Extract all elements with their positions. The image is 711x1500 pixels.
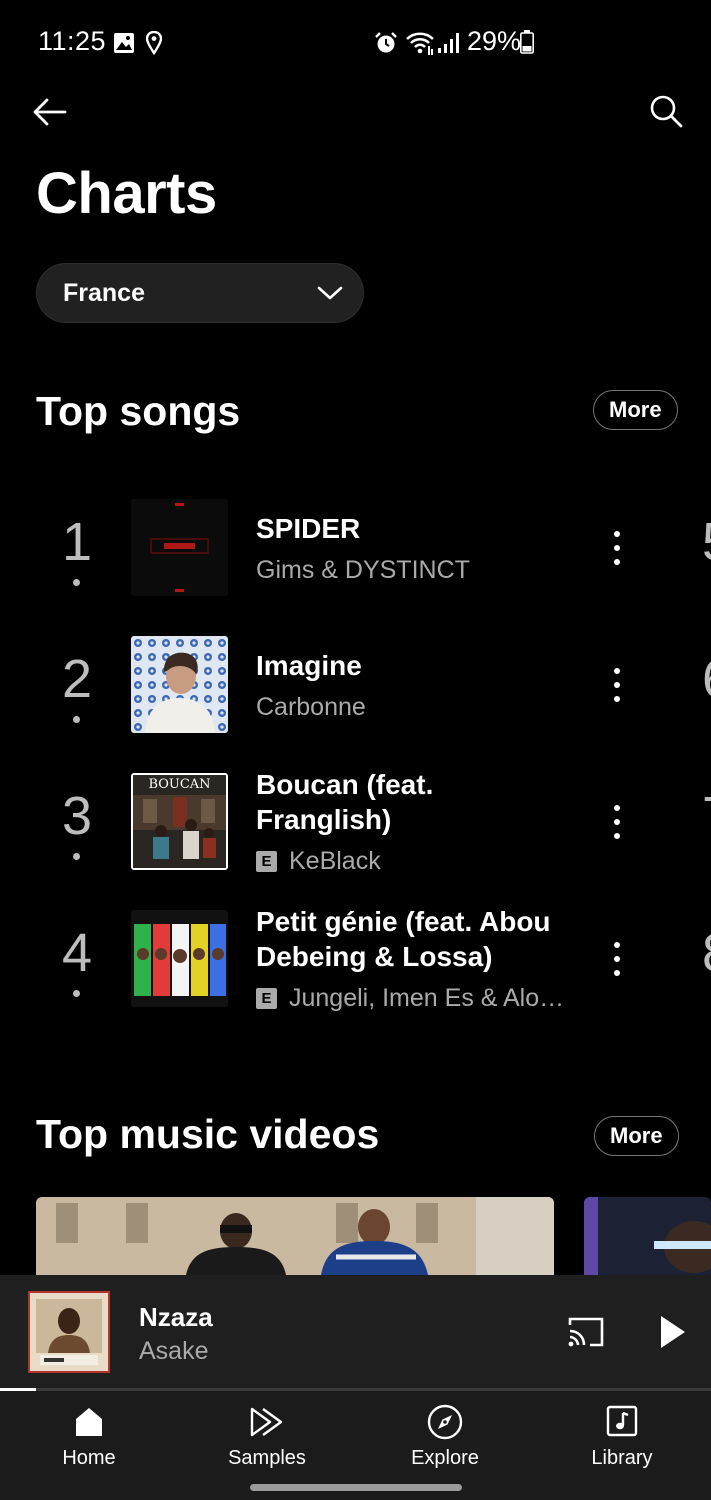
library-icon (606, 1405, 638, 1437)
top-songs-more-button[interactable]: More (593, 390, 678, 430)
compass-icon (427, 1404, 463, 1440)
list-item[interactable]: 3 BOUCAN Boucan (feat. Franglish) E KeBl… (0, 769, 711, 893)
country-value: France (63, 278, 145, 307)
chevron-down-icon (317, 286, 343, 300)
mini-player[interactable]: Nzaza Asake (0, 1275, 711, 1390)
rank-dot (73, 853, 80, 860)
cast-icon[interactable] (566, 1315, 606, 1349)
status-time: 11:25 (38, 26, 107, 56)
wifi-icon (406, 32, 434, 55)
video-thumbnail[interactable] (36, 1197, 554, 1275)
nav-item-samples[interactable]: Samples (178, 1391, 356, 1481)
list-item[interactable]: 4 Petit génie (feat. Abou Debeing & Loss… (0, 906, 711, 1030)
album-art-text: BOUCAN (148, 777, 211, 792)
nav-label-explore: Explore (411, 1447, 479, 1469)
next-column-rank: 5 (702, 511, 711, 573)
album-art (131, 910, 228, 1007)
song-title: Imagine (256, 650, 362, 681)
song-artist: E Jungeli, Imen Es & Alo… (256, 984, 571, 1013)
list-item[interactable]: 2 Imagine Carbonne 6 (0, 636, 711, 756)
rank-dot (73, 716, 80, 723)
back-button[interactable] (26, 90, 74, 134)
nav-item-library[interactable]: Library (533, 1391, 711, 1481)
album-art (131, 499, 228, 596)
rank-number: 1 (61, 512, 93, 572)
arrow-left-icon (33, 98, 67, 126)
home-icon (76, 1408, 102, 1436)
now-playing-artist: Asake (139, 1337, 209, 1365)
nav-item-home[interactable]: Home (0, 1391, 178, 1481)
now-playing-title: Nzaza (139, 1302, 213, 1332)
search-button[interactable] (641, 88, 691, 134)
top-songs-title: Top songs (36, 388, 241, 434)
video-thumbnail[interactable] (584, 1197, 711, 1275)
album-art: BOUCAN (131, 773, 228, 870)
signal-icon (438, 33, 459, 53)
rank-dot (73, 990, 80, 997)
nav-label-samples: Samples (228, 1447, 306, 1469)
list-item[interactable]: 1 SPIDER Gims & DYSTINCT 5 (0, 499, 711, 619)
top-videos-more-button[interactable]: More (594, 1116, 679, 1156)
song-artist: E KeBlack (256, 847, 571, 876)
play-icon[interactable] (652, 1312, 690, 1352)
gallery-icon (114, 33, 134, 53)
search-icon (650, 95, 683, 128)
next-column-rank: 6 (702, 648, 711, 710)
battery-icon (520, 30, 534, 54)
song-artist-text: Carbonne (256, 693, 366, 721)
song-artist-text: Jungeli, Imen Es & Alo… (289, 984, 565, 1012)
location-icon (146, 31, 162, 55)
song-artist-text: KeBlack (289, 847, 381, 875)
song-artist: Carbonne (256, 693, 571, 722)
nav-label-home: Home (62, 1447, 116, 1469)
next-column-rank: 7 (702, 785, 711, 847)
more-options-button[interactable] (605, 802, 629, 842)
rank-number: 4 (61, 923, 93, 983)
song-artist: Gims & DYSTINCT (256, 556, 571, 585)
song-title: Boucan (feat. Franglish) (256, 769, 434, 835)
more-options-button[interactable] (605, 939, 629, 979)
nav-item-explore[interactable]: Explore (356, 1391, 534, 1481)
more-options-button[interactable] (605, 528, 629, 568)
rank-number: 2 (61, 649, 93, 709)
rank-dot (73, 579, 80, 586)
samples-icon (250, 1407, 283, 1437)
country-dropdown[interactable]: France (36, 263, 364, 323)
next-column-rank: 8 (702, 922, 711, 984)
page-title: Charts (36, 161, 217, 226)
rank-number: 3 (61, 786, 93, 846)
nav-label-library: Library (591, 1447, 653, 1469)
alarm-icon (375, 32, 397, 53)
song-title: Petit génie (feat. Abou Debeing & Lossa) (256, 906, 551, 972)
now-playing-art (28, 1291, 110, 1373)
battery-percent: 29% (467, 26, 522, 56)
more-options-button[interactable] (605, 665, 629, 705)
song-artist-text: Gims & DYSTINCT (256, 556, 470, 584)
gesture-bar[interactable] (250, 1484, 462, 1491)
explicit-badge: E (256, 851, 277, 872)
album-art (131, 636, 228, 733)
explicit-badge: E (256, 988, 277, 1009)
song-title: SPIDER (256, 513, 361, 544)
top-videos-title: Top music videos (36, 1111, 380, 1157)
